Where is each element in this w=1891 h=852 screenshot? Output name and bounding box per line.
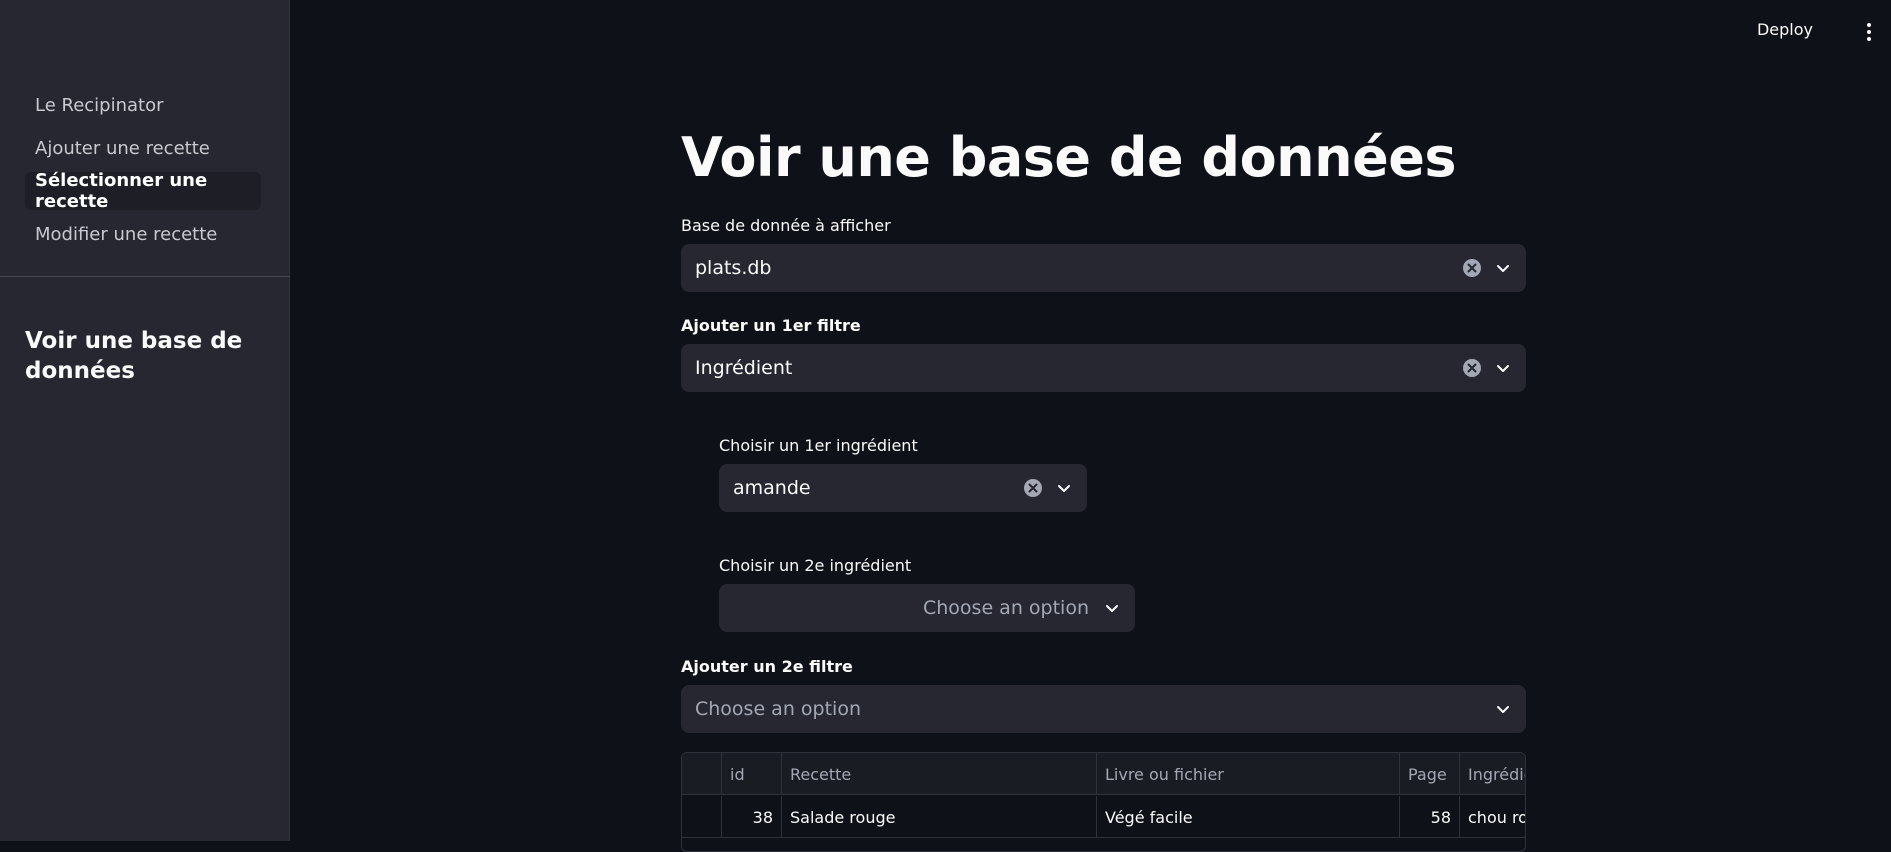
chevron-down-icon[interactable] xyxy=(1494,359,1512,377)
table-header-row: id Recette Livre ou fichier Page Ingrédi… xyxy=(682,753,1525,795)
clear-icon[interactable] xyxy=(1462,358,1482,378)
menu-dot xyxy=(1867,37,1871,41)
sidebar-divider xyxy=(0,276,290,277)
table-header-cell[interactable]: Page xyxy=(1400,753,1460,795)
sidebar-item-label: Le Recipinator xyxy=(35,94,164,116)
sidebar: Le Recipinator Ajouter une recette Sélec… xyxy=(0,0,290,841)
data-table[interactable]: id Recette Livre ou fichier Page Ingrédi… xyxy=(681,752,1526,852)
filter1-select[interactable]: Ingrédient xyxy=(681,344,1526,392)
table-cell[interactable]: Salade rouge xyxy=(782,796,1097,838)
filter1-value: Ingrédient xyxy=(695,357,793,379)
table-row[interactable]: 38 Salade rouge Végé facile 58 chou rou xyxy=(682,796,1525,838)
sidebar-item-modifier[interactable]: Modifier une recette xyxy=(25,215,261,253)
ingredient2-placeholder: Choose an option xyxy=(923,597,1089,619)
page-title: Voir une base de données xyxy=(681,126,1456,189)
menu-dot xyxy=(1867,23,1871,27)
chevron-down-icon[interactable] xyxy=(1494,700,1512,718)
sidebar-item-label: Ajouter une recette xyxy=(35,137,210,159)
sidebar-item-recipinator[interactable]: Le Recipinator xyxy=(25,86,261,124)
sidebar-item-ajouter[interactable]: Ajouter une recette xyxy=(25,129,261,167)
filter2-select[interactable]: Choose an option xyxy=(681,685,1526,733)
kebab-menu-icon[interactable] xyxy=(1859,20,1879,44)
ingredient1-value: amande xyxy=(733,477,811,499)
table-header-cell[interactable] xyxy=(682,753,722,795)
sidebar-item-label: Modifier une recette xyxy=(35,223,218,245)
table-cell[interactable]: Végé facile xyxy=(1097,796,1400,838)
db-select-value: plats.db xyxy=(695,257,772,279)
db-select[interactable]: plats.db xyxy=(681,244,1526,292)
ingredient2-label: Choisir un 2e ingrédient xyxy=(719,556,912,575)
sidebar-item-label: Sélectionner une recette xyxy=(35,170,208,212)
table-cell[interactable] xyxy=(682,796,722,838)
ingredient1-select[interactable]: amande xyxy=(719,464,1087,512)
table-header-cell[interactable]: id xyxy=(722,753,782,795)
clear-icon[interactable] xyxy=(1462,258,1482,278)
table-cell[interactable]: 58 xyxy=(1400,796,1460,838)
db-select-label: Base de donnée à afficher xyxy=(681,216,891,235)
table-header-cell[interactable]: Ingrédie xyxy=(1460,753,1525,795)
menu-dot xyxy=(1867,30,1871,34)
chevron-down-icon[interactable] xyxy=(1494,259,1512,277)
deploy-button[interactable]: Deploy xyxy=(1757,20,1813,39)
chevron-down-icon[interactable] xyxy=(1055,479,1073,497)
ingredient2-select[interactable]: Choose an option xyxy=(719,584,1135,632)
sidebar-section-title: Voir une base de données xyxy=(25,328,243,384)
clear-icon[interactable] xyxy=(1023,478,1043,498)
table-header-cell[interactable]: Livre ou fichier xyxy=(1097,753,1400,795)
table-cell[interactable]: chou rou xyxy=(1460,796,1525,838)
table-header-cell[interactable]: Recette xyxy=(782,753,1097,795)
filter1-label: Ajouter un 1er filtre xyxy=(681,316,861,335)
ingredient1-label: Choisir un 1er ingrédient xyxy=(719,436,918,455)
sidebar-item-selectionner[interactable]: Sélectionner une recette xyxy=(25,170,261,212)
filter2-placeholder: Choose an option xyxy=(695,698,861,720)
table-cell[interactable]: 38 xyxy=(722,796,782,838)
filter2-label: Ajouter un 2e filtre xyxy=(681,657,853,676)
chevron-down-icon[interactable] xyxy=(1103,599,1121,617)
sidebar-nav: Le Recipinator Ajouter une recette Sélec… xyxy=(25,86,261,258)
